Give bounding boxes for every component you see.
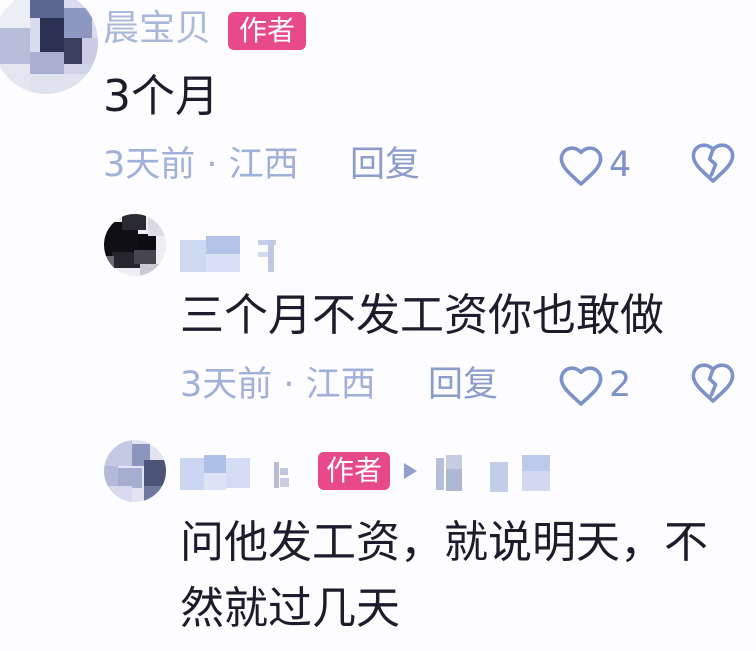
like-count: 2	[609, 365, 632, 405]
avatar[interactable]	[0, 0, 98, 94]
dislike-button[interactable]	[689, 140, 737, 188]
mosaic-tile	[104, 256, 114, 276]
username-mosaic[interactable]	[180, 455, 292, 493]
mosaic-tile	[104, 440, 132, 466]
mosaic-tile	[206, 254, 240, 272]
mosaic-tile	[204, 455, 226, 473]
mosaic-tile	[118, 468, 142, 488]
mosaic-tile	[0, 64, 30, 94]
mosaic-tile	[144, 486, 162, 502]
avatar-frame	[0, 0, 100, 96]
mosaic-tile	[40, 18, 64, 52]
triangle-right-icon	[404, 463, 417, 479]
reply-button[interactable]: 回复	[428, 365, 498, 405]
heart-outline-icon	[559, 146, 603, 186]
mosaic-tile	[0, 0, 30, 28]
reply-button[interactable]: 回复	[350, 145, 420, 185]
like-button[interactable]	[557, 143, 605, 191]
mosaic-tile	[148, 218, 166, 236]
mosaic-tile	[436, 458, 444, 490]
mosaic-tile	[204, 473, 226, 490]
mosaic-tile	[280, 468, 288, 475]
heart-outline-icon	[559, 366, 603, 406]
mosaic-tile	[522, 471, 550, 491]
mosaic-tile	[522, 455, 550, 471]
mosaic-tile	[30, 0, 64, 18]
username[interactable]: 晨宝贝	[103, 10, 211, 48]
comment-time-location: 3天前 · 江西	[180, 365, 376, 405]
mosaic-tile	[446, 455, 462, 469]
mosaic-tile	[138, 234, 156, 250]
comment-time-location: 3天前 · 江西	[103, 145, 299, 185]
mosaic-tile	[274, 462, 279, 488]
mosaic-tile	[180, 458, 204, 490]
mosaic-tile	[64, 38, 82, 64]
mosaic-tile	[446, 469, 462, 491]
like-button[interactable]	[557, 363, 605, 411]
avatar[interactable]	[104, 214, 166, 276]
mosaic-tile	[206, 236, 240, 254]
mosaic-tile	[268, 240, 274, 272]
mosaic-tile	[258, 252, 268, 257]
mosaic-tile	[144, 460, 166, 486]
mosaic-tile	[140, 264, 166, 276]
mosaic-tile	[108, 486, 132, 502]
mosaic-tile	[180, 240, 206, 272]
mosaic-tile	[104, 466, 118, 486]
mosaic-tile	[30, 74, 98, 94]
mosaic-tile	[30, 52, 64, 74]
username-mosaic[interactable]	[180, 236, 280, 274]
broken-heart-icon	[691, 363, 735, 403]
mosaic-tile	[0, 28, 30, 64]
dislike-button[interactable]	[689, 360, 737, 408]
reply-to-username-mosaic[interactable]	[436, 455, 552, 493]
comment-text: 三个月不发工资你也敢做	[180, 290, 664, 341]
author-badge: 作者	[228, 12, 306, 50]
avatar[interactable]	[104, 440, 166, 502]
comment-text: 问他发工资，就说明天，不然就过几天	[180, 517, 708, 634]
broken-heart-icon	[691, 143, 735, 183]
mosaic-tile	[122, 214, 146, 230]
mosaic-tile	[226, 458, 250, 488]
mosaic-tile	[280, 478, 289, 487]
comment-text: 3个月	[103, 71, 219, 122]
mosaic-tile	[64, 8, 92, 38]
mosaic-tile	[134, 250, 156, 264]
mosaic-tile	[490, 462, 508, 492]
author-badge: 作者	[318, 452, 390, 490]
mosaic-tile	[64, 64, 98, 74]
like-count: 4	[609, 145, 632, 185]
